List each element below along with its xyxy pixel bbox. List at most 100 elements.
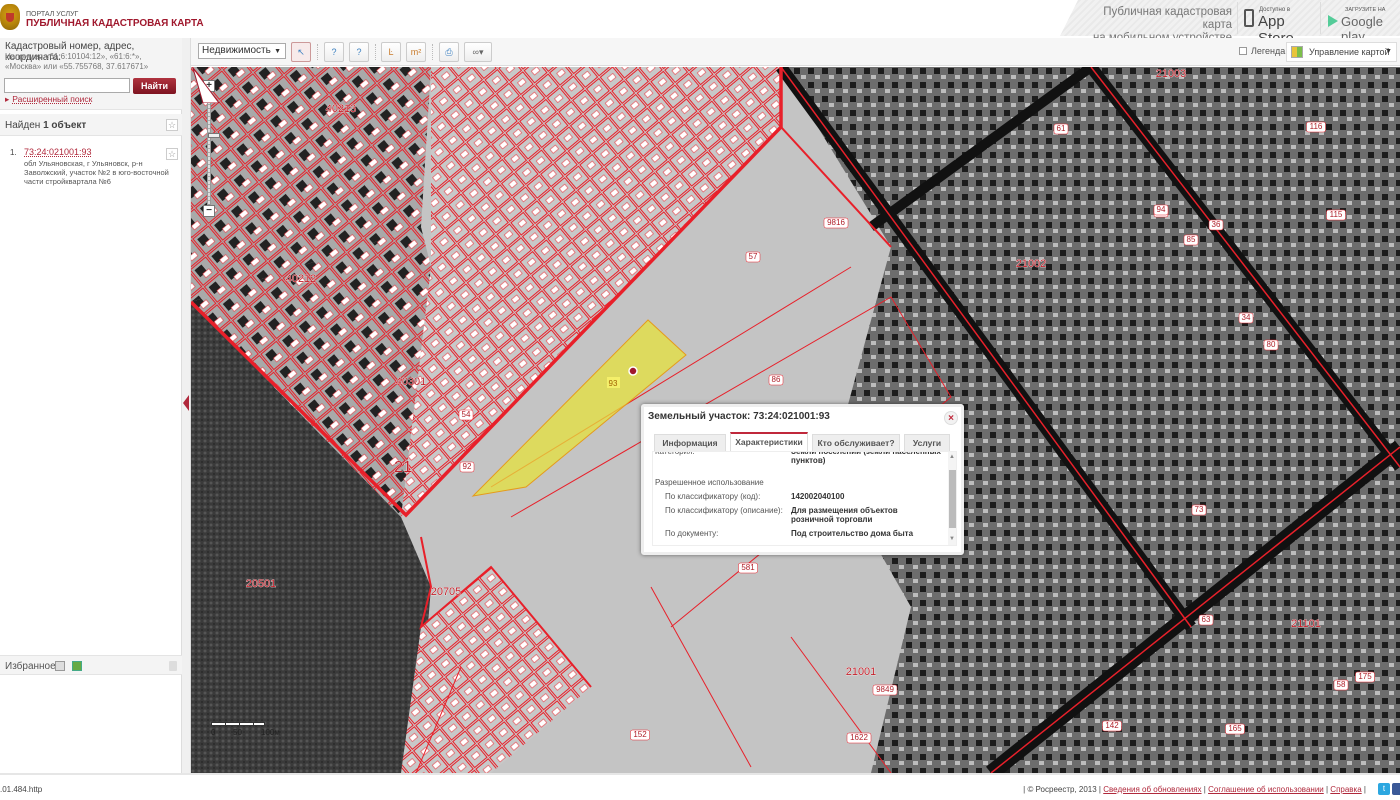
parcel-label: 36 — [1212, 220, 1221, 229]
map-control-icon — [1291, 46, 1303, 58]
legend-label[interactable]: Легенда — [1251, 46, 1285, 56]
identify-cursor-icon[interactable]: ↖ — [291, 42, 311, 62]
parcel-label: 175 — [1358, 672, 1372, 681]
scale-label: 100м — [261, 728, 280, 737]
tab-services[interactable]: Услуги — [904, 434, 950, 451]
search-input[interactable] — [4, 78, 130, 93]
parcel-label: 34 — [1242, 313, 1251, 322]
map-control-label: Управление картой — [1309, 47, 1390, 57]
portal-title[interactable]: ПУБЛИЧНАЯ КАДАСТРОВАЯ КАРТА — [26, 18, 204, 29]
footer: .01.484.http | © Росреестр, 2013 | Сведе… — [0, 773, 1400, 800]
parcel-label: 115 — [1330, 210, 1343, 219]
quarter-label: 20501 — [246, 578, 277, 590]
zoom-slider-thumb[interactable] — [208, 133, 220, 138]
row-value: Под строительство дома быта — [791, 529, 914, 538]
scale-label: 50 — [233, 728, 242, 737]
measure-length-icon[interactable]: Ŀ — [381, 42, 401, 62]
parcel-label: 1622 — [850, 733, 868, 742]
scale-label: 0 — [211, 728, 216, 737]
popup-content: Категория: Земли поселений (земли населе… — [652, 451, 957, 546]
close-icon[interactable]: × — [944, 411, 958, 425]
parcel-label: 73 — [1195, 505, 1204, 514]
popup-scrollbar[interactable]: ▲ ▼ — [948, 452, 956, 545]
favorites-label: Избранное — [5, 661, 56, 672]
copyright: | © Росреестр, 2013 | — [1023, 785, 1101, 794]
parcel-label: 9816 — [827, 218, 845, 227]
parcel-label: 152 — [633, 730, 647, 739]
result-number: 1. — [10, 148, 17, 157]
scrollbar-thumb[interactable] — [949, 470, 956, 528]
row-value: Для размещения объектов розничной торгов… — [791, 506, 898, 524]
search-example: Например «61:6:10104:12», «61:6:*», «Мос… — [5, 52, 149, 71]
help-link[interactable]: Справка — [1330, 785, 1361, 794]
area-identify-icon[interactable]: ? — [324, 42, 344, 62]
excel-export-icon[interactable] — [72, 661, 82, 671]
result-cadastral-link[interactable]: 73:24:021001:93 — [24, 147, 92, 157]
parcel-info-popup: Земельный участок: 73:24:021001:93 × Инф… — [641, 404, 964, 555]
agreement-link[interactable]: Соглашение об использовании — [1208, 785, 1324, 794]
row-value: 142002040100 — [791, 492, 845, 501]
zoom-slider[interactable] — [207, 92, 220, 205]
quarter-label: 40213 — [326, 103, 357, 115]
selected-marker[interactable] — [628, 366, 638, 376]
permitted-use-heading: Разрешенное использование — [655, 478, 764, 487]
quarter-label: 21002 — [1016, 258, 1047, 270]
category-label: Категория: — [655, 451, 695, 456]
sidebar-collapse-handle[interactable] — [182, 38, 191, 773]
status-text: .01.484.http — [0, 785, 43, 794]
toolbar-separator — [317, 44, 318, 60]
parcel-label: 80 — [1267, 340, 1276, 349]
popup-tabs: Информация Характеристики Кто обслуживае… — [652, 431, 957, 452]
footer-links: | © Росреестр, 2013 | Сведения об обновл… — [1023, 785, 1366, 794]
link-icon[interactable]: ∞▾ — [464, 42, 492, 62]
map-control-dropdown[interactable]: Управление картой — [1286, 42, 1397, 62]
search-panel: Кадастровый номер, адрес, координата: На… — [0, 38, 182, 110]
zoom-out-button[interactable]: − — [203, 205, 215, 217]
star-icon[interactable]: ☆ — [166, 148, 178, 160]
measure-area-icon[interactable]: m² — [406, 42, 426, 62]
tab-characteristics[interactable]: Характеристики — [730, 432, 808, 452]
favorites-bar: Избранное — [0, 655, 182, 675]
updates-link[interactable]: Сведения об обновлениях — [1103, 785, 1201, 794]
tab-who-serves[interactable]: Кто обслуживает? — [812, 434, 900, 451]
scale-bar: 0 50 100м — [211, 720, 280, 740]
parcel-label: 86 — [772, 375, 781, 384]
google-play-button[interactable]: ЗАГРУЗИТЕ НА Google play — [1325, 2, 1400, 44]
list-item[interactable]: 1. 73:24:021001:93 обл Ульяновская, г Ул… — [0, 144, 182, 204]
legend-checkbox[interactable] — [1239, 47, 1247, 55]
emblem-logo[interactable] — [0, 4, 22, 34]
popup-pointer — [192, 67, 220, 103]
scroll-down-icon[interactable]: ▼ — [949, 536, 955, 542]
scale-bar-graphic — [211, 722, 265, 726]
trash-icon[interactable] — [169, 661, 177, 671]
scroll-up-icon[interactable]: ▲ — [949, 454, 955, 460]
row-label: По классификатору (описание): — [665, 506, 783, 515]
star-icon[interactable]: ☆ — [166, 119, 178, 131]
layer-select[interactable]: Недвижимость — [198, 43, 286, 59]
parcel-label: 57 — [749, 252, 758, 261]
advanced-search-link[interactable]: Расширенный поиск — [5, 94, 92, 105]
parcel-label: 142 — [1105, 721, 1119, 730]
quarter-label: 21101 — [1291, 618, 1321, 630]
category-value: Земли поселений (земли населенных пункто… — [791, 451, 941, 465]
tab-information[interactable]: Информация — [654, 434, 726, 451]
map-canvas[interactable]: 93 40213 40212 40301 21 20501 20705 21001 21002… — [191, 67, 1400, 773]
find-button[interactable]: Найти — [133, 78, 176, 94]
google-play-icon — [1328, 15, 1338, 27]
toolbar-separator — [432, 44, 433, 60]
parcel-label: 63 — [1202, 615, 1211, 624]
appstore-button[interactable]: Доступно в App Store — [1237, 2, 1321, 47]
parcel-label: 581 — [741, 563, 755, 572]
excel-import-icon[interactable] — [55, 661, 65, 671]
parcel-label: 61 — [1057, 124, 1066, 133]
twitter-icon[interactable]: t — [1378, 783, 1390, 795]
facebook-icon[interactable] — [1392, 783, 1400, 795]
polygon-identify-icon[interactable]: ? — [349, 42, 369, 62]
parcel-label: 54 — [462, 410, 471, 419]
chevron-left-icon — [183, 395, 189, 411]
found-count-text: Найден 1 объект — [5, 120, 87, 131]
header: ПОРТАЛ УСЛУГ ПУБЛИЧНАЯ КАДАСТРОВАЯ КАРТА… — [0, 0, 1400, 47]
print-icon[interactable]: ⎙ — [439, 42, 459, 62]
parcel-label: 165 — [1228, 724, 1242, 733]
parcel-label: 116 — [1310, 122, 1323, 131]
